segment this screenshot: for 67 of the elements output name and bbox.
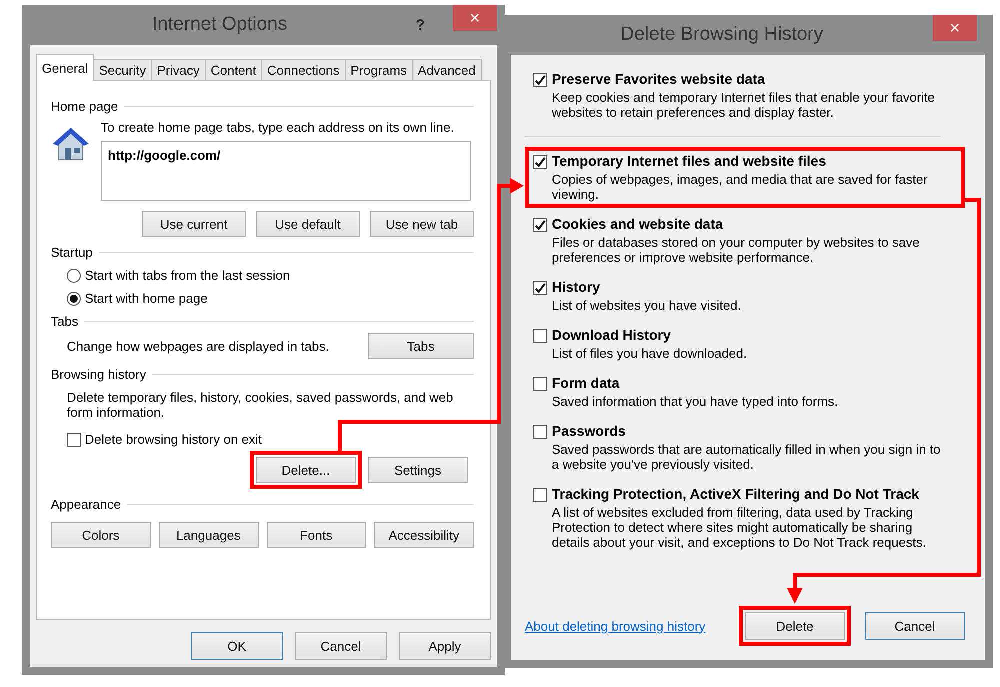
checkbox[interactable] bbox=[67, 432, 81, 446]
appearance-button[interactable]: Colors bbox=[51, 522, 151, 548]
dialog-button[interactable]: Apply bbox=[399, 632, 491, 660]
instruction-text: To create home page tabs, type each address on its own line. bbox=[101, 120, 456, 135]
checkbox[interactable] bbox=[533, 488, 547, 502]
checkbox[interactable] bbox=[533, 73, 547, 87]
option-label: Temporary Internet files and website files bbox=[552, 153, 828, 169]
option-description: Files or databases stored on your computer by websites to save preferences or improve website performance. bbox=[552, 235, 921, 265]
option-description: List of websites you have visited. bbox=[552, 298, 742, 313]
radio-button[interactable] bbox=[67, 292, 81, 306]
section-heading: Startup bbox=[51, 245, 93, 260]
option-description: Copies of webpages, images, and media that are saved for faster viewing. bbox=[552, 172, 929, 202]
radio-label: Start with tabs from the last session bbox=[85, 268, 290, 283]
checkbox-label: Delete browsing history on exit bbox=[85, 432, 262, 447]
dialog-button[interactable]: Cancel bbox=[865, 612, 965, 640]
appearance-button[interactable]: Accessibility bbox=[374, 522, 474, 548]
history-button[interactable]: Delete... bbox=[256, 457, 356, 483]
tab[interactable]: Programs bbox=[344, 59, 414, 81]
radio-button[interactable] bbox=[67, 268, 81, 282]
checkbox[interactable] bbox=[533, 281, 547, 295]
option-label: Cookies and website data bbox=[552, 216, 724, 232]
home-page-button[interactable]: Use new tab bbox=[370, 211, 474, 237]
home-page-field[interactable]: http://google.com/ bbox=[101, 141, 471, 201]
window-title: Internet Options bbox=[151, 14, 289, 36]
dialog-button[interactable]: Delete bbox=[745, 612, 845, 640]
option-description: A list of websites excluded from filtering, data used by Tracking Protection to detect where sites might automatically be sharing details about your visit, and exceptions to Do Not Track requests. bbox=[552, 505, 928, 550]
checkbox[interactable] bbox=[533, 155, 547, 169]
appearance-button[interactable]: Fonts bbox=[266, 522, 366, 548]
dialog-button[interactable]: Cancel bbox=[295, 632, 387, 660]
browsing-history-description: Delete temporary files, history, cookies, saved passwords, and web form information. bbox=[66, 390, 454, 420]
help-button[interactable]: ? bbox=[410, 16, 431, 34]
history-button[interactable]: Settings bbox=[368, 457, 468, 483]
checkbox[interactable] bbox=[533, 425, 547, 439]
home-page-button[interactable]: Use current bbox=[142, 211, 246, 237]
section-heading: Home page bbox=[51, 99, 118, 114]
tab[interactable]: Content bbox=[204, 59, 262, 81]
close-button[interactable]: × bbox=[453, 5, 497, 31]
dialog-button[interactable]: OK bbox=[191, 632, 283, 660]
tab[interactable]: General bbox=[36, 54, 94, 81]
checkbox[interactable] bbox=[533, 218, 547, 232]
section-heading: Browsing history bbox=[51, 367, 146, 382]
checkbox[interactable] bbox=[533, 377, 547, 391]
checkbox[interactable] bbox=[533, 329, 547, 343]
option-description: Keep cookies and temporary Internet files that enable your favorite websites to retain preferences and display faster. bbox=[552, 90, 936, 120]
tab[interactable]: Security bbox=[93, 59, 152, 81]
option-label: History bbox=[552, 279, 602, 295]
option-description: Saved passwords that are automatically filled in when you sign in to a website you've previously visited. bbox=[552, 442, 942, 472]
tab[interactable]: Privacy bbox=[151, 59, 206, 81]
appearance-button[interactable]: Languages bbox=[158, 522, 258, 548]
window-title: Delete Browsing History bbox=[620, 24, 824, 46]
option-label: Passwords bbox=[552, 423, 627, 439]
option-description: Saved information that you have typed into forms. bbox=[552, 394, 838, 409]
option-label: Download History bbox=[552, 327, 672, 343]
option-description: List of files you have downloaded. bbox=[552, 346, 748, 361]
home-page-button[interactable]: Use default bbox=[256, 211, 360, 237]
help-link[interactable]: About deleting browsing history bbox=[525, 618, 731, 634]
tabs-button[interactable]: Tabs bbox=[368, 333, 474, 359]
radio-label: Start with home page bbox=[85, 291, 208, 306]
close-button[interactable]: × bbox=[933, 15, 977, 41]
tab[interactable]: Connections bbox=[261, 59, 346, 81]
tabs-description: Change how webpages are displayed in tabs. bbox=[67, 338, 330, 354]
option-label: Preserve Favorites website data bbox=[552, 71, 766, 87]
tab[interactable]: Advanced bbox=[412, 59, 482, 81]
section-heading: Appearance bbox=[51, 497, 122, 512]
section-heading: Tabs bbox=[51, 314, 78, 329]
option-label: Form data bbox=[552, 375, 621, 391]
option-label: Tracking Protection, ActiveX Filtering and Do Not Track bbox=[552, 486, 920, 502]
